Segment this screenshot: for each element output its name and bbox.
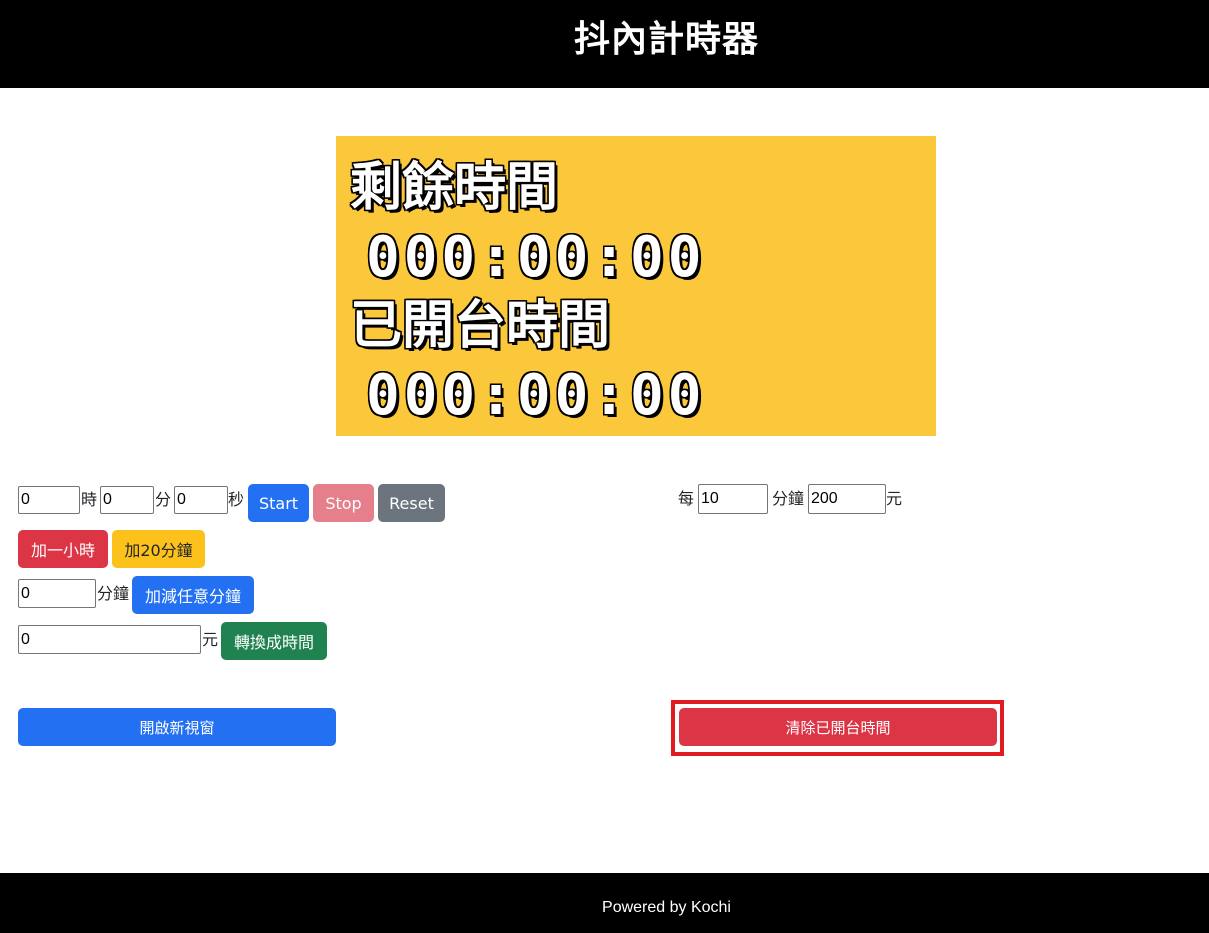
footer-credit: Powered by Kochi	[602, 899, 731, 916]
elapsed-time-label: 已開台時間	[350, 296, 611, 356]
convert-to-time-button[interactable]: 轉換成時間	[221, 622, 327, 660]
elapsed-time-value: 000:00:00	[366, 363, 706, 428]
amount-input[interactable]	[18, 625, 201, 654]
minutes-unit-label: 分	[155, 490, 172, 509]
remaining-time-label: 剩餘時間	[350, 158, 559, 218]
custom-minutes-input[interactable]	[18, 579, 96, 608]
amount-unit: 元	[202, 630, 219, 649]
stop-button[interactable]: Stop	[313, 484, 374, 522]
seconds-input[interactable]	[174, 486, 228, 514]
rate-amount-input[interactable]	[808, 484, 886, 514]
remaining-time-value: 000:00:00	[366, 225, 706, 290]
open-new-window-button[interactable]: 開啟新視窗	[18, 708, 336, 746]
rate-prefix-label: 每	[678, 489, 695, 508]
rate-amount-unit: 元	[886, 489, 903, 508]
clear-elapsed-time-button[interactable]: 清除已開台時間	[679, 708, 997, 746]
custom-minutes-unit: 分鐘	[97, 584, 130, 603]
reset-button[interactable]: Reset	[378, 484, 445, 522]
hours-input[interactable]	[18, 486, 80, 514]
page-title: 抖內計時器	[573, 19, 759, 60]
rate-minutes-unit: 分鐘	[772, 489, 805, 508]
timer-display: 剩餘時間 000:00:00 已開台時間 000:00:00	[336, 136, 936, 436]
rate-minutes-input[interactable]	[698, 484, 768, 514]
minutes-input[interactable]	[100, 486, 154, 514]
seconds-unit-label: 秒	[228, 490, 245, 509]
start-button[interactable]: Start	[248, 484, 309, 522]
add-one-hour-button[interactable]: 加一小時	[18, 530, 108, 568]
add-20-minutes-button[interactable]: 加20分鐘	[112, 530, 205, 568]
adjust-minutes-button[interactable]: 加減任意分鐘	[132, 576, 254, 614]
hours-unit-label: 時	[81, 490, 98, 509]
